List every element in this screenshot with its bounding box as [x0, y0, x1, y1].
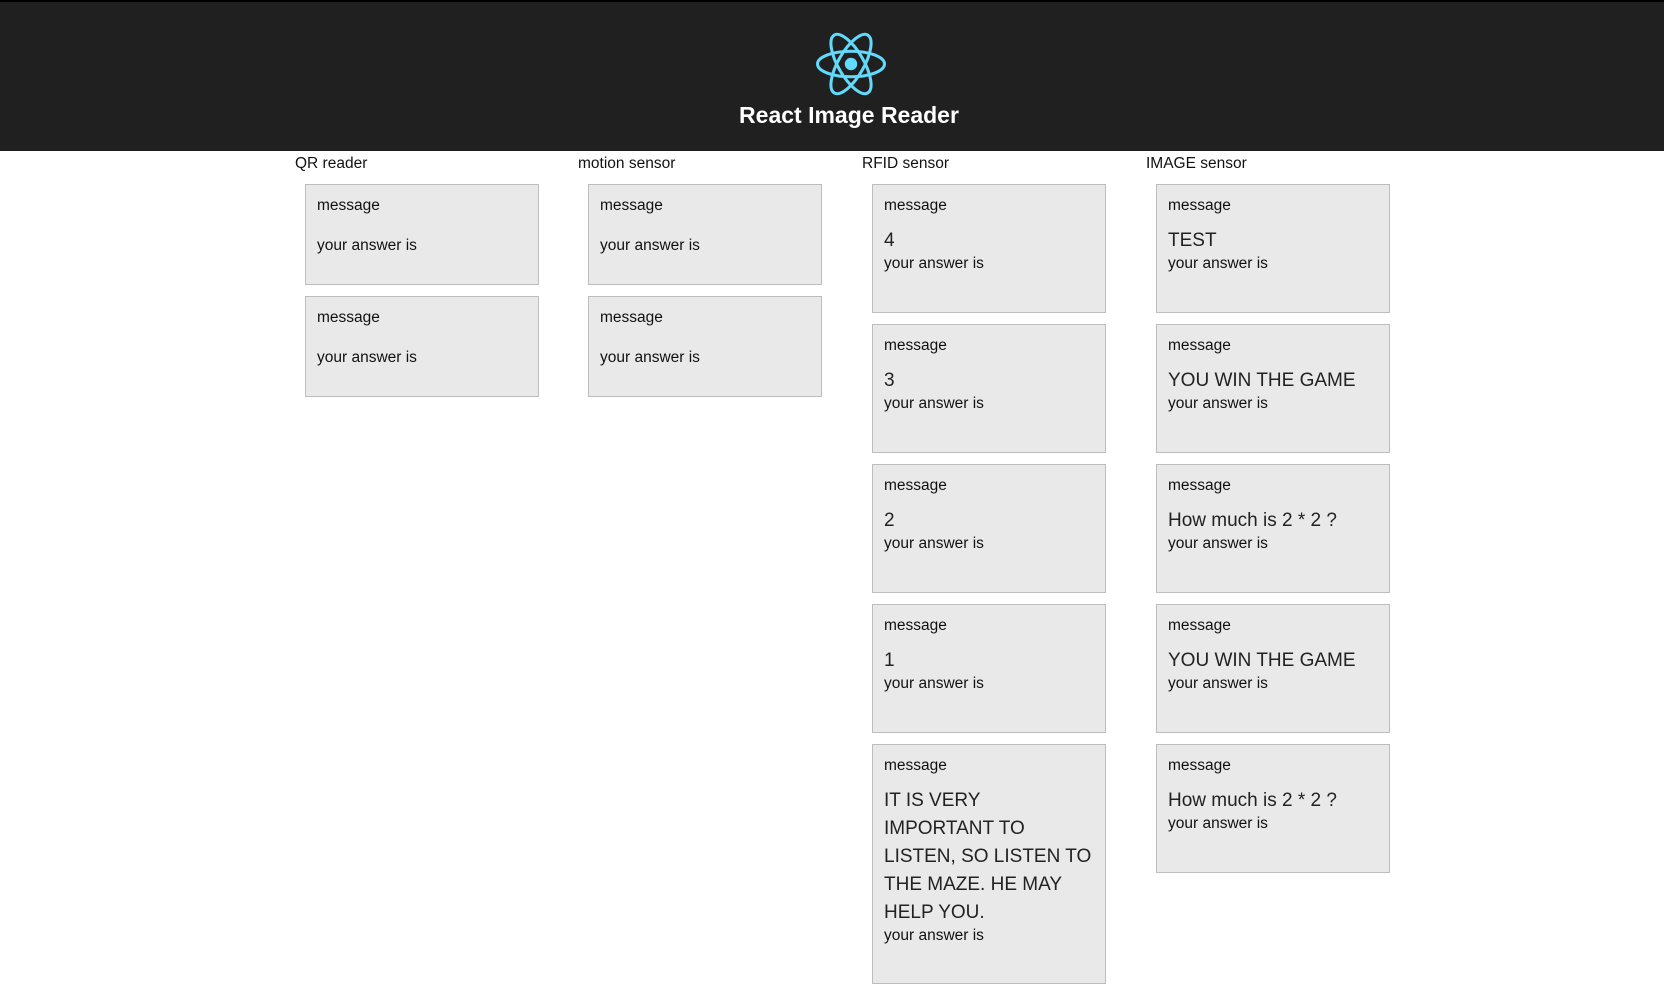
answer-label: your answer is — [317, 237, 417, 254]
answer-label: your answer is — [884, 535, 984, 552]
app-title: React Image Reader — [739, 102, 959, 128]
column-title: QR reader — [295, 155, 368, 172]
message-label: message — [1168, 477, 1231, 494]
message-card: message your answer is — [588, 296, 822, 397]
answer-label: your answer is — [884, 255, 984, 272]
message-text: How much is 2 * 2 ? — [1168, 790, 1337, 811]
column-title: IMAGE sensor — [1146, 155, 1247, 172]
message-text: TEST — [1168, 230, 1217, 251]
message-label: message — [884, 757, 947, 774]
message-card: message your answer is — [305, 296, 539, 397]
answer-label: your answer is — [884, 675, 984, 692]
message-label: message — [884, 477, 947, 494]
column-title: RFID sensor — [862, 155, 949, 172]
message-label: message — [317, 309, 380, 326]
message-label: message — [1168, 337, 1231, 354]
message-card: message TEST your answer is — [1156, 184, 1390, 313]
message-label: message — [884, 197, 947, 214]
message-card: message your answer is — [588, 184, 822, 285]
message-label: message — [1168, 617, 1231, 634]
message-text: 2 — [884, 510, 895, 531]
message-text: YOU WIN THE GAME — [1168, 650, 1356, 671]
message-card: message How much is 2 * 2 ? your answer is — [1156, 744, 1390, 873]
message-text: 3 — [884, 370, 895, 391]
message-card: message 4 your answer is — [872, 184, 1106, 313]
message-label: message — [1168, 757, 1231, 774]
react-atom-icon — [816, 32, 886, 96]
answer-label: your answer is — [1168, 535, 1268, 552]
column-title: motion sensor — [578, 155, 676, 172]
message-text: YOU WIN THE GAME — [1168, 370, 1356, 391]
answer-label: your answer is — [600, 237, 700, 254]
message-label: message — [317, 197, 380, 214]
message-card: message 1 your answer is — [872, 604, 1106, 733]
answer-label: your answer is — [1168, 255, 1268, 272]
message-text: 4 — [884, 230, 895, 251]
message-card: message YOU WIN THE GAME your answer is — [1156, 324, 1390, 453]
message-card: message your answer is — [305, 184, 539, 285]
answer-label: your answer is — [884, 927, 984, 944]
message-label: message — [1168, 197, 1231, 214]
message-card: message 3 your answer is — [872, 324, 1106, 453]
answer-label: your answer is — [600, 349, 700, 366]
message-label: message — [600, 309, 663, 326]
answer-label: your answer is — [1168, 395, 1268, 412]
message-text: 1 — [884, 650, 895, 671]
message-text: IT IS VERY IMPORTANT TO LISTEN, SO LISTE… — [884, 790, 1092, 923]
message-card: message IT IS VERY IMPORTANT TO LISTEN, S… — [872, 744, 1106, 984]
answer-label: your answer is — [1168, 675, 1268, 692]
answer-label: your answer is — [1168, 815, 1268, 832]
message-label: message — [884, 617, 947, 634]
message-text: How much is 2 * 2 ? — [1168, 510, 1337, 531]
message-card: message 2 your answer is — [872, 464, 1106, 593]
message-card: message YOU WIN THE GAME your answer is — [1156, 604, 1390, 733]
answer-label: your answer is — [317, 349, 417, 366]
message-label: message — [600, 197, 663, 214]
message-card: message How much is 2 * 2 ? your answer is — [1156, 464, 1390, 593]
app-header: React Image Reader — [0, 0, 1664, 151]
answer-label: your answer is — [884, 395, 984, 412]
message-label: message — [884, 337, 947, 354]
